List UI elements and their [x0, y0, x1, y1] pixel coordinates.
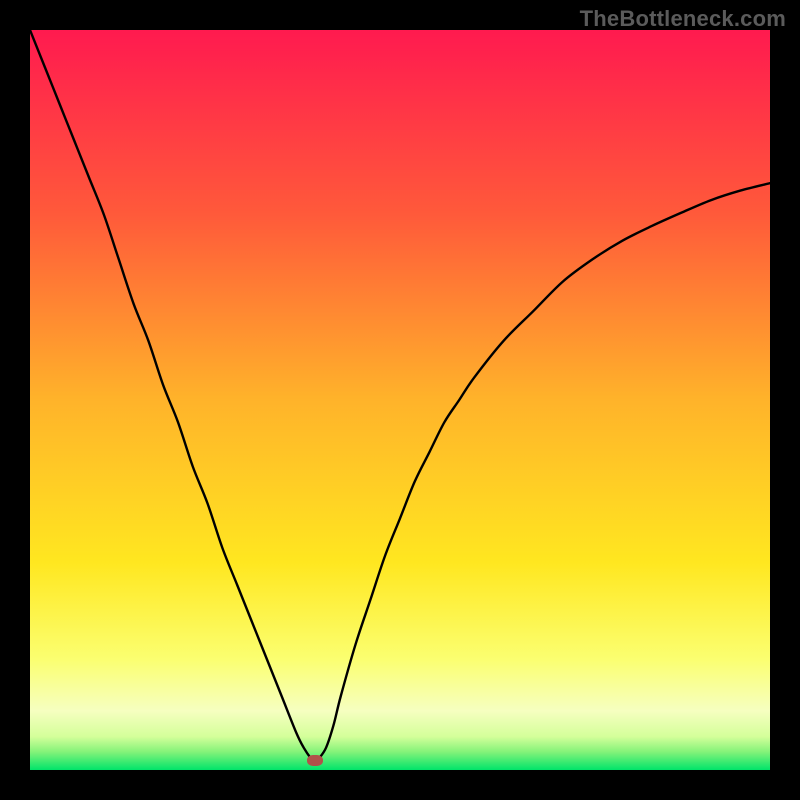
- watermark-text: TheBottleneck.com: [580, 6, 786, 32]
- optimal-marker: [307, 755, 323, 766]
- plot-frame: [30, 30, 770, 770]
- bottleneck-curve: [30, 30, 770, 770]
